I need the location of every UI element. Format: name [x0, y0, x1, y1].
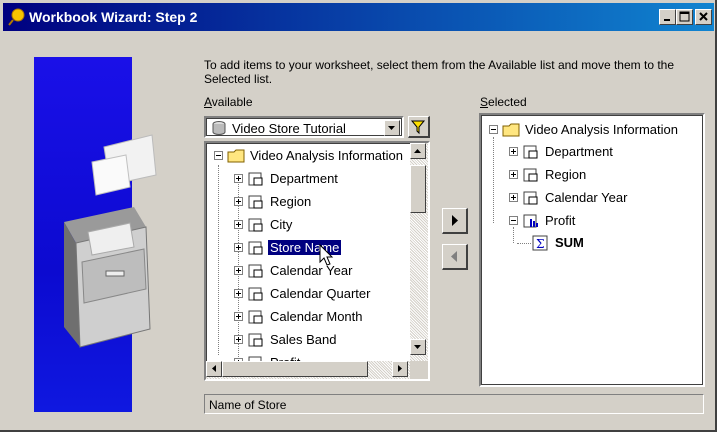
horizontal-scrollbar[interactable] [206, 361, 410, 379]
minimize-icon [664, 19, 670, 21]
expand-icon[interactable] [234, 335, 243, 344]
arrow-down-icon [414, 345, 421, 349]
folder-item-icon [248, 264, 263, 278]
folder-item-icon [248, 310, 263, 324]
database-icon [212, 121, 226, 135]
maximize-button[interactable] [676, 9, 693, 25]
filing-cabinet-icon [64, 134, 157, 348]
folder-item-icon [248, 218, 263, 232]
arrow-right-icon [452, 215, 458, 226]
available-label: Available [204, 95, 253, 109]
expand-icon[interactable] [234, 312, 243, 321]
expand-icon[interactable] [509, 147, 518, 156]
selected-tree[interactable]: Video Analysis Information Department Reg… [479, 113, 705, 387]
expand-icon[interactable] [234, 289, 243, 298]
scroll-down-button[interactable] [410, 339, 426, 355]
minimize-button[interactable] [659, 9, 676, 25]
arrow-left-icon [451, 251, 457, 262]
close-button[interactable] [695, 9, 712, 25]
arrow-right-small-icon [398, 365, 402, 372]
scrollbar-corner [410, 361, 428, 379]
folder-item-icon [523, 191, 538, 205]
h-scroll-thumb[interactable] [222, 361, 368, 377]
svg-text:Σ: Σ [536, 237, 544, 251]
business-area-combobox[interactable]: Video Store Tutorial [204, 116, 404, 138]
available-label-rest: vailable [211, 95, 253, 109]
folder-item-icon [248, 172, 263, 186]
combobox-dropdown-button[interactable] [384, 120, 400, 136]
scroll-left-button[interactable] [206, 361, 222, 377]
measure-folder-icon [523, 214, 538, 228]
folder-icon [502, 123, 520, 137]
mouse-cursor-icon [319, 244, 334, 266]
folder-item-icon [248, 287, 263, 301]
expand-icon[interactable] [509, 193, 518, 202]
expand-icon[interactable] [234, 220, 243, 229]
workbook-wizard-window: Workbook Wizard: Step 2 To add items to … [0, 0, 717, 432]
folder-item-icon [248, 195, 263, 209]
arrow-up-icon [414, 149, 421, 153]
selected-label-rest: elected [488, 95, 527, 109]
collapse-icon[interactable] [509, 216, 518, 225]
status-bar: Name of Store [204, 394, 704, 414]
selected-label: Selected [480, 95, 527, 109]
add-to-selected-button[interactable] [442, 208, 468, 234]
arrow-left-small-icon [212, 365, 216, 372]
folder-item-icon [248, 241, 263, 255]
scroll-up-button[interactable] [410, 143, 426, 159]
scroll-right-button[interactable] [392, 361, 408, 377]
sum-icon: Σ [532, 235, 548, 251]
filter-icon [410, 120, 426, 135]
collapse-icon[interactable] [489, 125, 498, 134]
expand-icon[interactable] [234, 266, 243, 275]
collapse-icon[interactable] [214, 151, 223, 160]
close-icon [699, 12, 708, 21]
folder-icon [227, 149, 245, 163]
expand-icon[interactable] [234, 243, 243, 252]
maximize-icon [679, 11, 690, 22]
remove-from-selected-button[interactable] [442, 244, 468, 270]
window-title: Workbook Wizard: Step 2 [29, 9, 198, 25]
expand-icon[interactable] [234, 174, 243, 183]
expand-icon[interactable] [509, 170, 518, 179]
folder-item-icon [523, 145, 538, 159]
folder-item-icon [523, 168, 538, 182]
folder-item-icon [248, 333, 263, 347]
available-tree[interactable]: Video Analysis Information Department Reg… [204, 141, 430, 381]
expand-icon[interactable] [234, 197, 243, 206]
title-bar[interactable]: Workbook Wizard: Step 2 [3, 3, 714, 31]
filter-button[interactable] [408, 116, 430, 138]
wizard-icon [8, 8, 25, 26]
business-area-value: Video Store Tutorial [232, 121, 346, 136]
instructions-text: To add items to your worksheet, select t… [204, 58, 675, 86]
scroll-thumb[interactable] [410, 165, 426, 213]
chevron-down-icon [388, 126, 395, 130]
vertical-scrollbar[interactable] [410, 143, 428, 361]
